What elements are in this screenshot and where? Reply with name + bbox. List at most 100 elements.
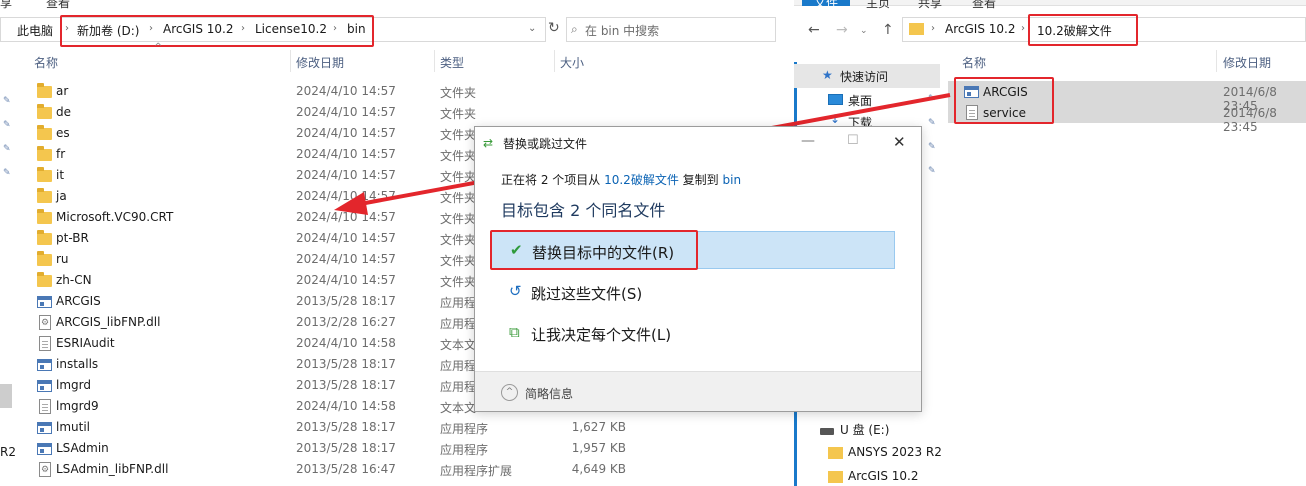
nav-scroll-thumb[interactable] bbox=[0, 384, 12, 408]
column-header-size[interactable]: 大小 bbox=[560, 54, 584, 71]
collapse-chevron-icon[interactable]: ^ bbox=[501, 384, 518, 401]
annotation-box-crack-files bbox=[954, 77, 1054, 124]
column-header-name[interactable]: 名称 bbox=[962, 54, 986, 71]
ribbon-tab-view[interactable]: 查看 bbox=[46, 0, 70, 11]
file-name: zh-CN bbox=[56, 273, 92, 287]
status-prefix: 正在将 2 个项目从 bbox=[501, 173, 601, 187]
replace-or-skip-dialog: ⇄ 替换或跳过文件 — ☐ ✕ 正在将 2 个项目从 10.2破解文件 复制到 … bbox=[474, 126, 922, 412]
file-date: 2024/4/10 14:57 bbox=[296, 231, 396, 245]
column-header-date[interactable]: 修改日期 bbox=[1223, 54, 1271, 71]
table-row[interactable]: LSAdmin 2013/5/28 18:17 应用程序 1,957 KB bbox=[30, 438, 770, 459]
skip-icon: ↺ bbox=[509, 282, 522, 300]
chevron-down-icon[interactable]: ⌄ bbox=[528, 23, 536, 34]
application-icon bbox=[37, 359, 52, 371]
column-header-date[interactable]: 修改日期 bbox=[296, 54, 344, 71]
folder-icon bbox=[909, 23, 924, 35]
file-type: 文件夹 bbox=[440, 233, 477, 247]
file-name: es bbox=[56, 126, 70, 140]
column-divider[interactable] bbox=[290, 50, 291, 72]
file-date: 2013/5/28 18:17 bbox=[296, 441, 396, 455]
application-icon bbox=[37, 380, 52, 392]
table-row[interactable]: de 2024/4/10 14:57 文件夹 bbox=[30, 102, 770, 123]
file-date: 2013/5/28 18:17 bbox=[296, 378, 396, 392]
dll-file-icon bbox=[39, 462, 51, 477]
file-date: 2024/4/10 14:57 bbox=[296, 252, 396, 266]
search-input[interactable]: ⌕ 在 bin 中搜索 bbox=[566, 17, 776, 42]
star-icon: ★ bbox=[822, 68, 833, 82]
option-label: 跳过这些文件(S) bbox=[531, 285, 643, 303]
drive-icon bbox=[820, 428, 834, 435]
back-arrow-icon[interactable]: ← bbox=[808, 22, 820, 38]
pin-icon: ✎ bbox=[928, 166, 936, 176]
file-name: ARCGIS_libFNP.dll bbox=[56, 315, 161, 329]
nav-item-u-disk[interactable]: U 盘 (E:) bbox=[840, 421, 889, 438]
refresh-icon[interactable]: ↻ bbox=[548, 20, 560, 36]
file-date: 2024/4/10 14:58 bbox=[296, 336, 396, 350]
folder-icon bbox=[37, 167, 52, 182]
folder-icon bbox=[37, 146, 52, 161]
chevron-right-icon: › bbox=[1021, 23, 1025, 34]
forward-arrow-icon[interactable]: → bbox=[836, 22, 848, 38]
column-header-name[interactable]: 名称 bbox=[34, 54, 58, 71]
pin-icon: ✎ bbox=[3, 168, 11, 178]
pin-icon: ✎ bbox=[3, 144, 11, 154]
folder-icon bbox=[37, 230, 52, 245]
file-date: 2024/4/10 14:57 bbox=[296, 189, 396, 203]
nav-item-desktop[interactable]: 桌面 bbox=[848, 92, 872, 109]
maximize-icon[interactable]: ☐ bbox=[847, 133, 859, 148]
ribbon-tab-view[interactable]: 查看 bbox=[972, 0, 996, 11]
nav-item-arcgis[interactable]: ArcGIS 10.2 bbox=[848, 469, 918, 483]
ribbon-tab-share[interactable]: 共享 bbox=[918, 0, 942, 11]
skip-files-button[interactable]: ↺ 跳过这些文件(S) bbox=[491, 273, 895, 311]
pin-icon: ✎ bbox=[3, 96, 11, 106]
destination-folder-link[interactable]: bin bbox=[723, 173, 742, 187]
column-divider[interactable] bbox=[434, 50, 435, 72]
folder-icon bbox=[37, 83, 52, 98]
file-name: ar bbox=[56, 84, 69, 98]
folder-icon bbox=[37, 104, 52, 119]
file-type: 应用程序扩展 bbox=[440, 464, 513, 478]
close-icon[interactable]: ✕ bbox=[893, 133, 906, 151]
source-folder-link[interactable]: 10.2破解文件 bbox=[604, 173, 679, 187]
application-icon bbox=[37, 296, 52, 308]
column-divider[interactable] bbox=[554, 50, 555, 72]
file-type: 文件夹 bbox=[440, 128, 477, 142]
file-name: lmutil bbox=[56, 420, 91, 434]
file-date: 2013/5/28 18:17 bbox=[296, 357, 396, 371]
file-type: 文本文 bbox=[440, 401, 477, 415]
minimize-icon[interactable]: — bbox=[801, 133, 815, 149]
decide-each-file-button[interactable]: ⧉ 让我决定每个文件(L) bbox=[491, 314, 895, 352]
copy-status-line: 正在将 2 个项目从 10.2破解文件 复制到 bin bbox=[501, 171, 741, 188]
status-middle: 复制到 bbox=[682, 173, 719, 187]
nav-item-quick-access[interactable]: 快速访问 bbox=[840, 68, 888, 85]
table-row[interactable]: lmutil 2013/5/28 18:17 应用程序 1,627 KB bbox=[30, 417, 770, 438]
folder-icon bbox=[828, 447, 843, 459]
file-type: 应用程 bbox=[440, 380, 477, 394]
breadcrumb-this-pc[interactable]: 此电脑 bbox=[17, 22, 53, 39]
folder-icon bbox=[37, 125, 52, 140]
column-header-type[interactable]: 类型 bbox=[440, 54, 464, 71]
ribbon-tab-home[interactable]: 主页 bbox=[866, 0, 890, 11]
file-type: 应用程序 bbox=[440, 422, 489, 436]
recent-locations-icon[interactable]: ⌄ bbox=[860, 26, 868, 36]
ribbon-tab-file[interactable]: 文件 bbox=[814, 0, 838, 11]
pin-icon: ✎ bbox=[3, 120, 11, 130]
decide-icon: ⧉ bbox=[509, 323, 520, 341]
table-row[interactable]: ar 2024/4/10 14:57 文件夹 bbox=[30, 81, 770, 102]
file-name: pt-BR bbox=[56, 231, 89, 245]
breadcrumb-arcgis[interactable]: ArcGIS 10.2 bbox=[945, 22, 1015, 36]
file-date: 2013/5/28 18:17 bbox=[296, 420, 396, 434]
nav-item-ansys[interactable]: ANSYS 2023 R2 bbox=[848, 445, 942, 459]
fewer-details-button[interactable]: 简略信息 bbox=[525, 385, 573, 402]
annotation-box-source-path bbox=[60, 15, 374, 47]
file-type: 应用程序 bbox=[440, 443, 489, 457]
text-file-icon bbox=[39, 399, 51, 414]
file-type: 应用程 bbox=[440, 296, 477, 310]
up-arrow-icon[interactable]: ↑ bbox=[882, 22, 894, 38]
file-date: 2013/2/28 16:27 bbox=[296, 315, 396, 329]
file-size: 1,627 KB bbox=[571, 420, 626, 434]
column-divider[interactable] bbox=[1216, 50, 1217, 72]
file-type: 文件夹 bbox=[440, 86, 477, 100]
ribbon-tab-share[interactable]: 享 bbox=[0, 0, 12, 11]
table-row[interactable]: LSAdmin_libFNP.dll 2013/5/28 16:47 应用程序扩展 4… bbox=[30, 459, 770, 480]
